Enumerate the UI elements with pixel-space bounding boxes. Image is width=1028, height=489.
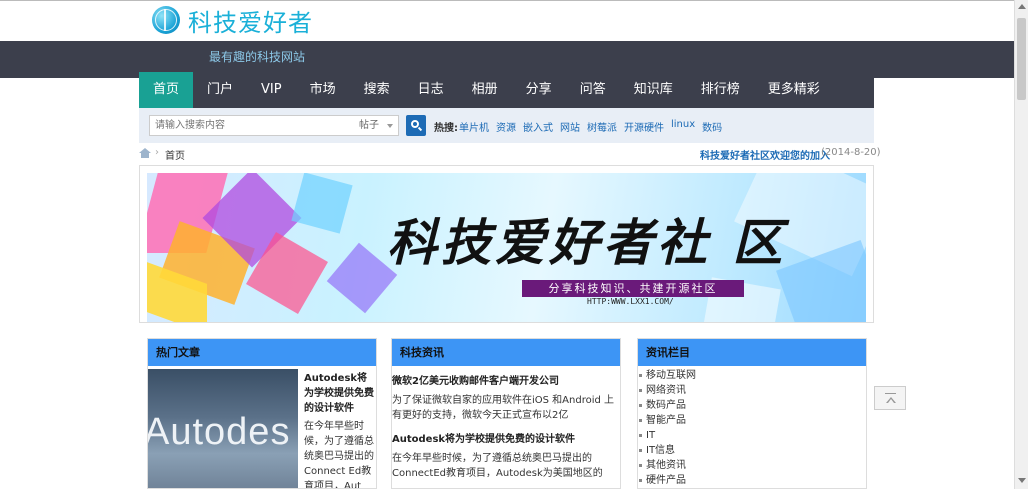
column-item[interactable]: 网络资讯 bbox=[639, 383, 866, 398]
scroll-up-icon[interactable] bbox=[1018, 4, 1026, 9]
news-title[interactable]: Autodesk将为学校提供免费的设计软件 bbox=[392, 433, 620, 447]
column-item[interactable]: 移动互联网 bbox=[639, 368, 866, 383]
nav-item-blog[interactable]: 日志 bbox=[404, 72, 458, 108]
search-type-select[interactable]: 帖子 bbox=[353, 115, 399, 136]
nav-item-more[interactable]: 更多精彩 bbox=[754, 72, 834, 108]
thumbnail-brand-text: Autodes bbox=[148, 411, 291, 453]
main-nav: 首页 门户 VIP 市场 搜索 日志 相册 分享 问答 知识库 排行榜 更多精彩 bbox=[139, 72, 874, 108]
nav-item-share[interactable]: 分享 bbox=[512, 72, 566, 108]
nav-item-ranking[interactable]: 排行榜 bbox=[687, 72, 754, 108]
nav-item-knowledge[interactable]: 知识库 bbox=[620, 72, 687, 108]
scroll-down-icon[interactable] bbox=[1018, 478, 1026, 483]
hot-article-title[interactable]: Autodesk将为学校提供免费的设计软件 bbox=[304, 371, 376, 416]
hot-link[interactable]: 树莓派 bbox=[587, 119, 617, 134]
welcome-link[interactable]: 科技爱好者社区欢迎您的加入 bbox=[700, 147, 830, 162]
back-to-top-icon bbox=[885, 393, 896, 394]
banner-url: HTTP:WWW.LXX1.COM/ bbox=[587, 297, 674, 306]
banner-shape bbox=[291, 173, 353, 234]
news-list: 微软2亿美元收购邮件客户端开发公司 为了保证微软自家的应用软件在iOS 和And… bbox=[392, 366, 620, 481]
column-list: 移动互联网 网络资讯 数码产品 智能产品 IT IT信息 其他资讯 硬件产品 bbox=[638, 366, 866, 488]
banner-ribbon: 分享科技知识、共建开源社区 bbox=[522, 280, 744, 297]
news-summary: 为了保证微软自家的应用软件在iOS 和Android 上有更好的支持，微软今天正… bbox=[392, 395, 615, 421]
chevron-down-icon bbox=[387, 124, 393, 128]
community-banner[interactable]: 科技爱好者社 区 分享科技知识、共建开源社区 HTTP:WWW.LXX1.COM… bbox=[147, 173, 866, 322]
hot-link[interactable]: 资源 bbox=[496, 119, 516, 134]
panel-heading: 资讯栏目 bbox=[638, 339, 866, 366]
nav-item-qa[interactable]: 问答 bbox=[566, 72, 620, 108]
nav-item-search[interactable]: 搜索 bbox=[350, 72, 404, 108]
hot-link[interactable]: 数码 bbox=[702, 119, 722, 134]
panel-heading: 热门文章 bbox=[148, 339, 376, 366]
column-item[interactable]: 其他资讯 bbox=[639, 458, 866, 473]
news-summary: 在今年早些时候，为了遵循总统奥巴马提出的ConnectEd教育项目，Autode… bbox=[392, 453, 603, 479]
hot-link[interactable]: 嵌入式 bbox=[523, 119, 553, 134]
column-item[interactable]: 智能产品 bbox=[639, 413, 866, 428]
hot-search-links: 单片机 资源 嵌入式 网站 树莓派 开源硬件 linux 数码 bbox=[459, 119, 722, 134]
site-slogan: 最有趣的科技网站 bbox=[209, 50, 306, 64]
article-thumbnail[interactable]: Autodes bbox=[148, 369, 298, 488]
breadcrumb-separator: › bbox=[155, 147, 159, 158]
search-bar: 帖子 热搜: 单片机 资源 嵌入式 网站 树莓派 开源硬件 linux 数码 bbox=[139, 108, 874, 143]
welcome-date: (2014-8-20) bbox=[821, 147, 881, 158]
site-logo[interactable]: 科技爱好者 bbox=[152, 4, 313, 37]
scroll-thumb[interactable] bbox=[1017, 18, 1026, 100]
nav-item-portal[interactable]: 门户 bbox=[193, 72, 247, 108]
info-columns-panel: 资讯栏目 移动互联网 网络资讯 数码产品 智能产品 IT IT信息 其他资讯 硬… bbox=[637, 338, 867, 489]
hot-search-label: 热搜: bbox=[434, 123, 458, 134]
nav-item-album[interactable]: 相册 bbox=[458, 72, 512, 108]
window-top-border bbox=[0, 0, 1028, 1]
column-item[interactable]: 数码产品 bbox=[639, 398, 866, 413]
vertical-scrollbar[interactable] bbox=[1014, 0, 1028, 489]
banner-title: 科技爱好者社 区 bbox=[387, 213, 787, 272]
panel-heading: 科技资讯 bbox=[392, 339, 620, 366]
hot-articles-panel: 热门文章 Autodes Autodesk将为学校提供免费的设计软件 在今年早些… bbox=[147, 338, 377, 489]
column-item[interactable]: IT信息 bbox=[639, 443, 866, 458]
hot-link[interactable]: 网站 bbox=[560, 119, 580, 134]
logo-text: 科技爱好者 bbox=[188, 8, 313, 37]
search-button[interactable] bbox=[406, 115, 426, 136]
arrow-up-icon bbox=[886, 397, 896, 403]
tech-news-panel: 科技资讯 微软2亿美元收购邮件客户端开发公司 为了保证微软自家的应用软件在iOS… bbox=[391, 338, 621, 489]
hot-link[interactable]: linux bbox=[671, 119, 695, 134]
search-icon-handle bbox=[417, 126, 423, 132]
hot-article-summary: 在今年早些时候，为了遵循总统奥巴马提出的Connect Ed教育项目，Aut bbox=[304, 421, 374, 489]
news-title[interactable]: 微软2亿美元收购邮件客户端开发公司 bbox=[392, 375, 620, 389]
nav-item-market[interactable]: 市场 bbox=[296, 72, 350, 108]
nav-item-home[interactable]: 首页 bbox=[139, 72, 194, 108]
nav-item-vip[interactable]: VIP bbox=[247, 72, 296, 108]
back-to-top-button[interactable] bbox=[874, 386, 906, 410]
column-item[interactable]: IT bbox=[639, 428, 866, 443]
breadcrumb-home[interactable]: 首页 bbox=[165, 147, 185, 162]
search-type-value: 帖子 bbox=[359, 120, 379, 131]
globe-icon bbox=[152, 6, 180, 34]
hot-link[interactable]: 开源硬件 bbox=[624, 119, 664, 134]
search-input[interactable] bbox=[149, 115, 355, 136]
column-item[interactable]: 硬件产品 bbox=[639, 473, 866, 488]
hot-link[interactable]: 单片机 bbox=[459, 119, 489, 134]
home-icon[interactable] bbox=[139, 148, 151, 158]
